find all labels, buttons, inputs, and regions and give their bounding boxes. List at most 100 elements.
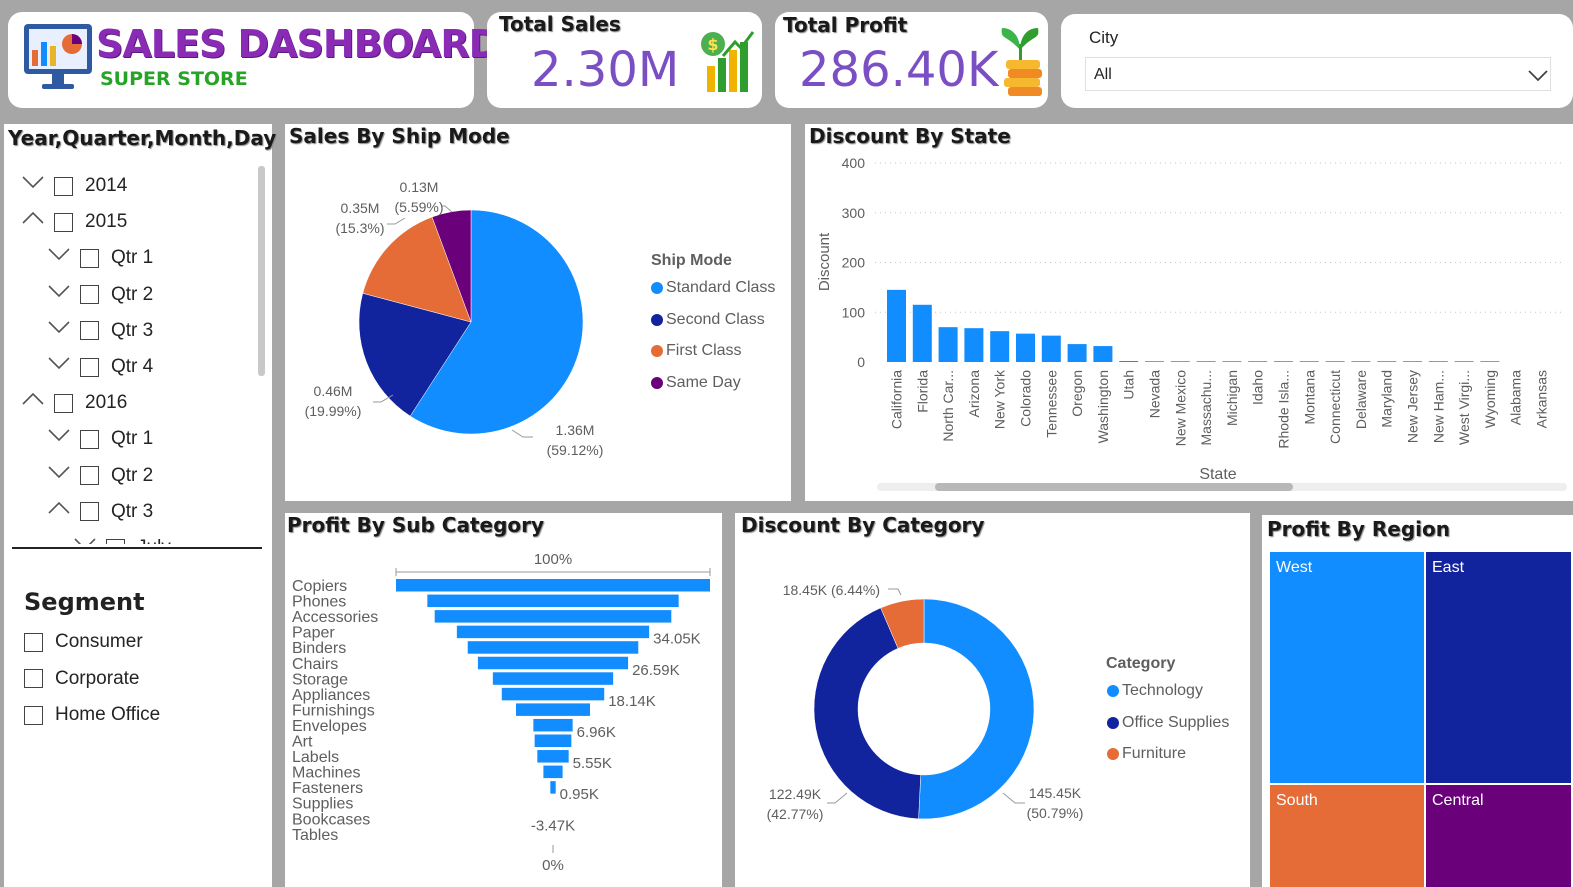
date-slicer-item[interactable]: Qtr 4 bbox=[48, 355, 153, 379]
date-slicer-item-label: Qtr 2 bbox=[111, 464, 154, 486]
segment-item[interactable]: Home Office bbox=[24, 703, 160, 727]
checkbox[interactable] bbox=[80, 285, 99, 305]
slicer-scrollbar[interactable] bbox=[258, 166, 265, 376]
segment-item-label: Consumer bbox=[55, 631, 143, 652]
bar bbox=[1016, 333, 1035, 362]
profit-subcategory-funnel-chart: 100% CopiersPhonesAccessoriesPaper 34.05K B… bbox=[292, 551, 711, 874]
legend-item[interactable]: Second Class bbox=[651, 311, 765, 329]
category-label: Phones bbox=[292, 594, 346, 611]
chevron-down-icon[interactable] bbox=[48, 465, 70, 487]
dashboard-title: SALES DASHBOARD bbox=[96, 22, 500, 66]
funnel-bar bbox=[543, 765, 563, 779]
tile-label: East bbox=[1432, 559, 1465, 576]
y-tick-label: 0 bbox=[857, 354, 865, 370]
checkbox[interactable] bbox=[106, 538, 125, 544]
checkbox[interactable] bbox=[54, 393, 73, 413]
x-tick-label: Washington bbox=[1095, 370, 1111, 443]
chevron-up-icon[interactable] bbox=[22, 211, 44, 233]
checkbox[interactable] bbox=[80, 321, 99, 341]
tile-label: West bbox=[1276, 559, 1313, 576]
city-dropdown[interactable]: All bbox=[1085, 57, 1551, 91]
bar bbox=[912, 304, 932, 362]
x-tick-label: New Mexico bbox=[1172, 370, 1188, 446]
data-label: 18.45K (6.44%) bbox=[783, 582, 880, 598]
header-card: SALES DASHBOARD SUPER STORE bbox=[8, 12, 500, 108]
legend-item[interactable]: Technology bbox=[1107, 682, 1203, 700]
bar bbox=[1480, 361, 1500, 362]
data-label: 0.95K bbox=[560, 786, 599, 803]
x-tick-label: Nevada bbox=[1147, 370, 1163, 418]
date-slicer-item[interactable]: 2016 bbox=[22, 391, 127, 415]
checkbox[interactable] bbox=[80, 502, 99, 522]
checkbox[interactable] bbox=[80, 357, 99, 377]
checkbox[interactable] bbox=[54, 176, 73, 196]
legend-item[interactable]: Office Supplies bbox=[1107, 714, 1229, 732]
date-slicer-item[interactable]: Qtr 1 bbox=[48, 427, 153, 451]
treemap-tile-central[interactable]: Central bbox=[1426, 785, 1571, 887]
y-tick-label: 200 bbox=[842, 255, 866, 271]
chevron-down-icon[interactable] bbox=[48, 428, 70, 450]
treemap-tile-south[interactable]: South bbox=[1270, 785, 1424, 887]
category-label: Furnishings bbox=[292, 702, 375, 719]
checkbox[interactable] bbox=[80, 248, 99, 268]
x-tick-label: New Jersey bbox=[1405, 370, 1421, 443]
chevron-down-icon[interactable] bbox=[48, 356, 70, 378]
treemap-tile-west[interactable]: West bbox=[1270, 552, 1424, 783]
checkbox[interactable] bbox=[80, 429, 99, 449]
bar bbox=[1222, 361, 1242, 362]
legend-color-dot bbox=[651, 345, 663, 357]
city-filter-label: City bbox=[1089, 28, 1119, 47]
date-slicer-item[interactable]: Qtr 1 bbox=[48, 246, 153, 270]
data-label: 122.49K bbox=[769, 786, 822, 802]
legend-item[interactable]: Same Day bbox=[651, 374, 741, 392]
date-slicer-item[interactable]: Qtr 2 bbox=[48, 283, 153, 307]
data-label: 145.45K bbox=[1029, 785, 1082, 801]
legend-color-dot bbox=[651, 313, 663, 326]
x-tick-label: Maryland bbox=[1379, 370, 1395, 428]
date-slicer-item[interactable]: Qtr 3 bbox=[48, 500, 153, 524]
funnel-bar bbox=[477, 656, 629, 670]
data-label: 0.35M bbox=[341, 200, 380, 216]
chevron-down-icon[interactable] bbox=[74, 537, 96, 544]
horizontal-scrollbar[interactable] bbox=[877, 483, 1567, 491]
segment-item[interactable]: Corporate bbox=[24, 667, 140, 691]
dashboard-monitor-icon bbox=[24, 24, 92, 89]
chevron-down-icon[interactable] bbox=[22, 175, 44, 197]
treemap-tile-east[interactable]: East bbox=[1426, 552, 1571, 783]
date-slicer-item[interactable]: 2015 bbox=[22, 210, 127, 234]
legend-item[interactable]: Furniture bbox=[1107, 745, 1186, 763]
x-tick-label: Tennessee bbox=[1043, 370, 1059, 438]
checkbox[interactable] bbox=[24, 705, 43, 725]
chevron-down-icon[interactable] bbox=[48, 247, 70, 269]
chevron-up-icon[interactable] bbox=[48, 501, 70, 523]
segment-item[interactable]: Consumer bbox=[24, 630, 143, 654]
checkbox[interactable] bbox=[24, 632, 43, 652]
chart-title: Profit By Region bbox=[1267, 517, 1450, 541]
data-label: 6.96K bbox=[577, 724, 616, 741]
date-slicer-item[interactable]: Qtr 2 bbox=[48, 464, 153, 488]
checkbox[interactable] bbox=[80, 466, 99, 486]
checkbox[interactable] bbox=[54, 212, 73, 232]
leader-line bbox=[511, 429, 533, 438]
category-label: Supplies bbox=[292, 796, 353, 813]
scrollbar-thumb[interactable] bbox=[935, 483, 1293, 491]
date-slicer-item[interactable]: July bbox=[74, 536, 171, 544]
checkbox[interactable] bbox=[24, 669, 43, 688]
chevron-up-icon[interactable] bbox=[22, 392, 44, 414]
x-tick-label: Massachu... bbox=[1198, 370, 1214, 445]
date-slicer-item[interactable]: 2014 bbox=[22, 174, 127, 198]
bar bbox=[1351, 361, 1371, 362]
funnel-bar bbox=[550, 781, 556, 794]
bar bbox=[964, 328, 984, 362]
legend-item[interactable]: Standard Class bbox=[651, 279, 775, 297]
segment-item-label: Home Office bbox=[55, 704, 161, 725]
legend-item[interactable]: First Class bbox=[651, 342, 742, 360]
legend-color-dot bbox=[1107, 716, 1119, 729]
date-slicer-item[interactable]: Qtr 3 bbox=[48, 319, 153, 343]
funnel-bar bbox=[516, 703, 590, 716]
legend-title: Category bbox=[1106, 655, 1176, 672]
date-slicer-title: Year,Quarter,Month,Day bbox=[8, 126, 277, 150]
city-dropdown-value: All bbox=[1094, 66, 1112, 83]
chevron-down-icon[interactable] bbox=[48, 320, 70, 342]
chevron-down-icon[interactable] bbox=[48, 284, 70, 306]
